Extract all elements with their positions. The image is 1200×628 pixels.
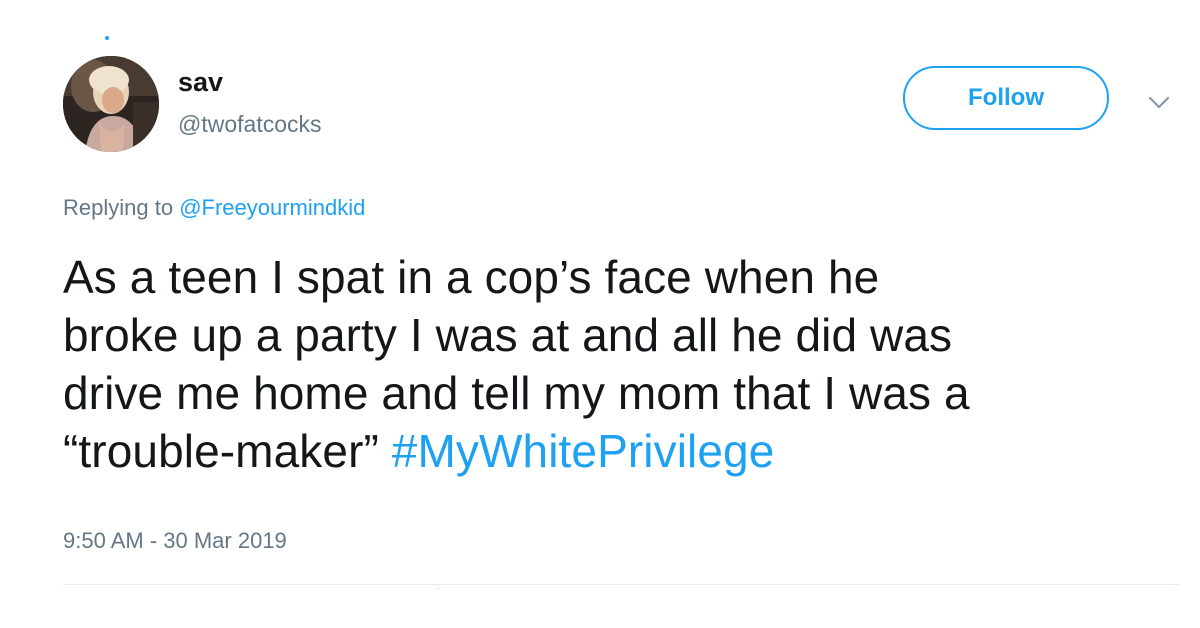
tweet-timestamp[interactable]: 9:50 AM - 30 Mar 2019 <box>63 527 287 555</box>
tweet-card: sav @twofatcocks Follow Replying to @Fre… <box>0 0 1200 628</box>
follow-button[interactable]: Follow <box>903 66 1109 130</box>
avatar[interactable] <box>63 56 159 152</box>
replying-to-label: Replying to <box>63 195 180 220</box>
hashtag-link[interactable]: #MyWhitePrivilege <box>392 425 775 477</box>
divider-tick <box>438 584 439 590</box>
profile-photo-icon <box>63 56 159 152</box>
chevron-down-icon[interactable] <box>1148 96 1170 110</box>
divider <box>63 584 1180 585</box>
tweet-text-fragment: “trouble-maker” <box>63 425 392 477</box>
tweet-text: As a teen I spat in a cop’s face when he… <box>63 248 1163 480</box>
replying-to: Replying to @Freeyourmindkid <box>63 194 365 222</box>
tweet-text-line: “trouble-maker” #MyWhitePrivilege <box>63 422 1163 480</box>
reply-mention-link[interactable]: @Freeyourmindkid <box>179 195 365 220</box>
tweet-text-line: drive me home and tell my mom that I was… <box>63 367 970 419</box>
display-name[interactable]: sav <box>178 66 223 98</box>
tweet-text-line: As a teen I spat in a cop’s face when he <box>63 251 880 303</box>
user-handle[interactable]: @twofatcocks <box>178 109 322 139</box>
tweet-text-line: broke up a party I was at and all he did… <box>63 309 953 361</box>
blue-dot-marker <box>105 36 109 40</box>
